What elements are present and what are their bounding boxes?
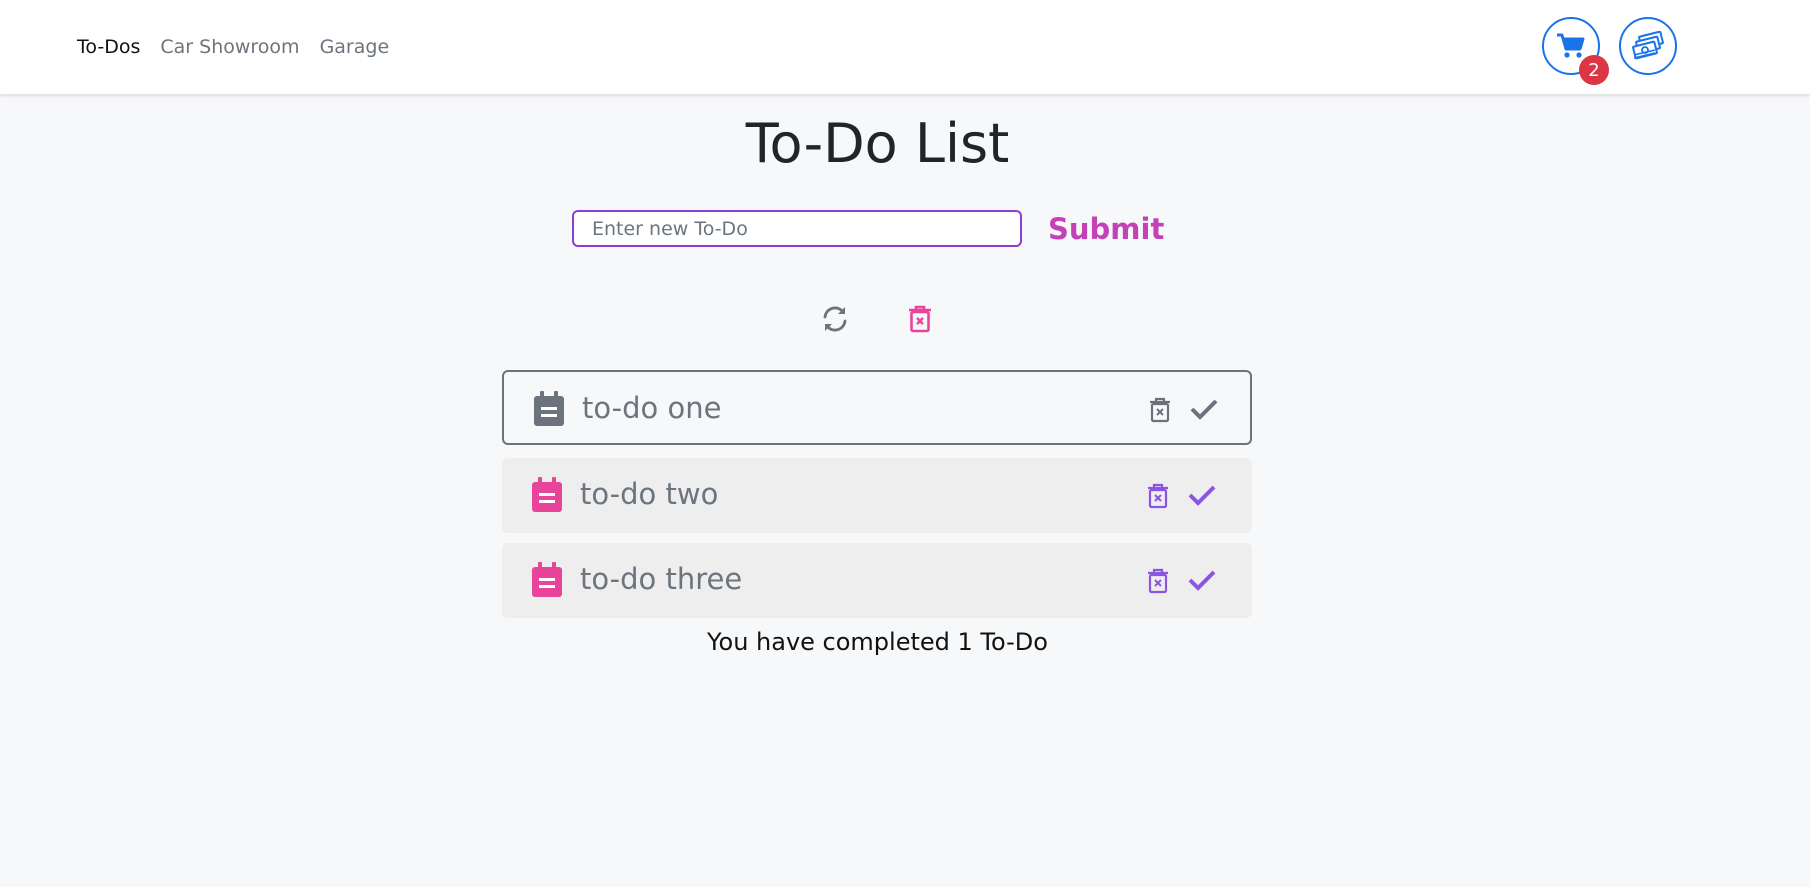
- clipboard-icon: [534, 391, 564, 426]
- clipboard-icon: [532, 477, 562, 512]
- delete-icon[interactable]: [1148, 397, 1172, 423]
- todo-text: to-do two: [580, 477, 719, 511]
- refresh-button[interactable]: [818, 302, 852, 336]
- trash-icon: [909, 305, 931, 333]
- cart-button[interactable]: 2: [1542, 17, 1609, 85]
- refresh-icon: [823, 306, 847, 332]
- money-stack-icon: [1632, 31, 1664, 60]
- clear-all-button[interactable]: [903, 302, 937, 336]
- page-title: To-Do List: [745, 112, 1010, 175]
- check-icon[interactable]: [1188, 568, 1216, 592]
- todo-item-three[interactable]: to-do three: [502, 543, 1252, 618]
- submit-button[interactable]: Submit: [1048, 208, 1164, 250]
- money-button[interactable]: [1619, 17, 1677, 75]
- nav-link-garage[interactable]: Garage: [320, 36, 390, 58]
- nav-links: To-Dos Car Showroom Garage: [77, 36, 389, 58]
- delete-icon[interactable]: [1146, 568, 1170, 594]
- top-navbar: To-Dos Car Showroom Garage 2: [0, 0, 1810, 95]
- clipboard-icon: [532, 562, 562, 597]
- check-icon[interactable]: [1188, 483, 1216, 507]
- check-icon[interactable]: [1190, 397, 1218, 421]
- cart-count-badge: 2: [1579, 55, 1609, 85]
- nav-link-todos[interactable]: To-Dos: [77, 36, 140, 58]
- completed-count-text: You have completed 1 To-Do: [707, 628, 1048, 656]
- shopping-cart-icon: [1557, 33, 1585, 58]
- todo-item-one[interactable]: to-do one: [502, 370, 1252, 445]
- new-todo-input[interactable]: [572, 210, 1022, 247]
- todo-item-two[interactable]: to-do two: [502, 458, 1252, 533]
- nav-link-car-showroom[interactable]: Car Showroom: [160, 36, 299, 58]
- todo-text: to-do three: [580, 562, 743, 596]
- todo-text: to-do one: [582, 391, 722, 425]
- delete-icon[interactable]: [1146, 483, 1170, 509]
